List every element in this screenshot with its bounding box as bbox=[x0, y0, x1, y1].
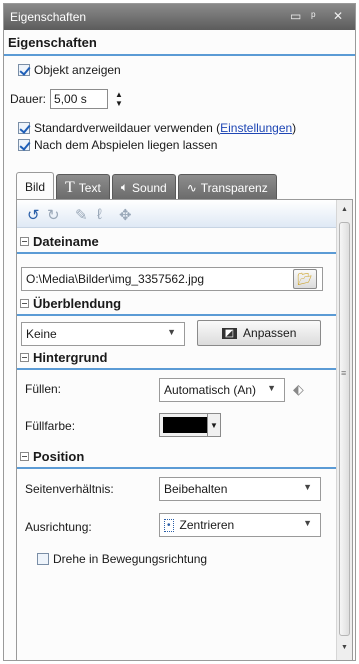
default-duration-checkbox[interactable] bbox=[18, 122, 30, 134]
browse-button[interactable]: 📂︎ bbox=[293, 269, 317, 289]
ratio-dropdown[interactable]: Beibehalten ▼ bbox=[159, 477, 321, 501]
show-object-label: Objekt anzeigen bbox=[34, 63, 121, 77]
tab-transparenz[interactable]: ∿ Transparenz bbox=[177, 174, 277, 200]
fillcolor-picker[interactable]: ▼ bbox=[159, 413, 221, 437]
leave-after-play-option[interactable]: Nach dem Abspielen liegen lassen bbox=[18, 138, 217, 152]
center-align-icon: • bbox=[164, 518, 174, 532]
rotate-right-icon[interactable]: ↻ bbox=[47, 206, 60, 224]
settings-link[interactable]: Einstellungen bbox=[220, 121, 292, 135]
path-icon[interactable]: ℓ bbox=[97, 206, 102, 223]
title-bar: Eigenschaften ▭ ᵖ ✕ bbox=[4, 4, 355, 30]
section-position[interactable]: Position bbox=[17, 445, 337, 467]
filename-field[interactable]: O:\Media\Bilder\img_3357562.jpg bbox=[21, 267, 323, 291]
section-ueberblendung[interactable]: Überblendung bbox=[17, 292, 337, 314]
heading-rule bbox=[4, 54, 355, 56]
collapse-icon[interactable] bbox=[20, 352, 29, 362]
chevron-down-icon: ▼ bbox=[303, 482, 312, 492]
folder-icon: 📂︎ bbox=[297, 272, 313, 286]
duration-input[interactable]: 5,00 s bbox=[50, 89, 109, 109]
rotate-direction-checkbox[interactable] bbox=[37, 553, 49, 565]
vertical-scrollbar[interactable]: ▲ ≡ ▼ bbox=[336, 200, 352, 660]
window-title: Eigenschaften bbox=[10, 10, 87, 24]
grip-icon: ≡ bbox=[341, 368, 347, 378]
scroll-up-icon[interactable]: ▲ bbox=[341, 206, 348, 213]
chevron-down-icon: ▼ bbox=[167, 327, 176, 337]
pencil-icon[interactable]: ✎ bbox=[75, 206, 88, 224]
fillcolor-label: Füllfarbe: bbox=[25, 419, 76, 433]
ratio-label: Seitenverhältnis: bbox=[25, 482, 114, 496]
tab-strip: Bild T Text 🔈︎ Sound ∿ Transparenz bbox=[16, 172, 279, 200]
section-rule bbox=[17, 467, 337, 469]
rotate-left-icon[interactable]: ↺ bbox=[27, 206, 40, 224]
section-hintergrund[interactable]: Hintergrund bbox=[17, 346, 337, 368]
customize-button[interactable]: ◩ Anpassen bbox=[197, 320, 321, 346]
duration-row: Dauer: 5,00 s ▲ ▼ bbox=[10, 89, 126, 109]
collapse-icon[interactable] bbox=[20, 451, 29, 461]
section-dateiname[interactable]: Dateiname bbox=[17, 230, 337, 252]
duration-label: Dauer: bbox=[10, 92, 47, 106]
show-object-checkbox[interactable] bbox=[18, 64, 30, 76]
scroll-down-icon[interactable]: ▼ bbox=[341, 644, 348, 651]
transition-dropdown[interactable]: Keine ▼ bbox=[21, 322, 185, 346]
chevron-down-icon: ▼ bbox=[207, 414, 220, 436]
transition-icon: ◩ bbox=[221, 327, 238, 339]
speaker-icon: 🔈︎ bbox=[120, 180, 129, 194]
default-duration-label: Standardverweildauer verwenden (Einstell… bbox=[34, 121, 297, 135]
align-dropdown[interactable]: • Zentrieren ▼ bbox=[159, 513, 321, 537]
chevron-up-icon[interactable]: ▲ bbox=[115, 91, 123, 99]
section-rule bbox=[17, 314, 337, 316]
fill-options-icon[interactable]: ⬖ bbox=[293, 381, 304, 398]
section-rule bbox=[17, 368, 337, 370]
chevron-down-icon[interactable]: ▼ bbox=[115, 100, 123, 108]
rotate-direction-option[interactable]: Drehe in Bewegungsrichtung bbox=[37, 552, 207, 566]
tab-sound[interactable]: 🔈︎ Sound bbox=[111, 174, 176, 200]
tab-text[interactable]: T Text bbox=[56, 174, 110, 200]
chevron-down-icon: ▼ bbox=[303, 518, 312, 528]
pin-icon[interactable]: ᵖ bbox=[311, 9, 316, 23]
align-label: Ausrichtung: bbox=[25, 520, 92, 534]
chevron-down-icon: ▼ bbox=[267, 383, 276, 393]
minimize-icon[interactable]: ▭ bbox=[290, 9, 301, 23]
duration-stepper[interactable]: ▲ ▼ bbox=[112, 89, 126, 109]
properties-panel: Eigenschaften ▭ ᵖ ✕ Eigenschaften Objekt… bbox=[3, 3, 356, 661]
fill-label: Füllen: bbox=[25, 382, 62, 396]
panel-heading: Eigenschaften bbox=[8, 35, 97, 50]
collapse-icon[interactable] bbox=[20, 298, 29, 308]
tab-content: ↺ ↻ ✎ ℓ ✥ Dateiname O:\Media\Bilder\img_… bbox=[16, 199, 353, 661]
move-icon[interactable]: ✥ bbox=[119, 206, 132, 224]
transparency-icon: ∿ bbox=[186, 180, 197, 195]
tab-bild[interactable]: Bild bbox=[16, 172, 55, 200]
color-swatch bbox=[163, 417, 207, 433]
section-rule bbox=[17, 252, 337, 254]
default-duration-option[interactable]: Standardverweildauer verwenden (Einstell… bbox=[18, 121, 296, 135]
leave-after-play-label: Nach dem Abspielen liegen lassen bbox=[34, 138, 218, 152]
fill-dropdown[interactable]: Automatisch (An) ▼ bbox=[159, 378, 285, 402]
collapse-icon[interactable] bbox=[20, 236, 29, 246]
rotate-direction-label: Drehe in Bewegungsrichtung bbox=[53, 552, 208, 566]
scroll-thumb[interactable] bbox=[339, 222, 350, 636]
show-object-option[interactable]: Objekt anzeigen bbox=[18, 63, 121, 77]
image-toolbar: ↺ ↻ ✎ ℓ ✥ bbox=[17, 200, 337, 228]
leave-after-play-checkbox[interactable] bbox=[18, 139, 30, 151]
text-icon: T bbox=[65, 178, 75, 196]
close-icon[interactable]: ✕ bbox=[333, 9, 343, 23]
